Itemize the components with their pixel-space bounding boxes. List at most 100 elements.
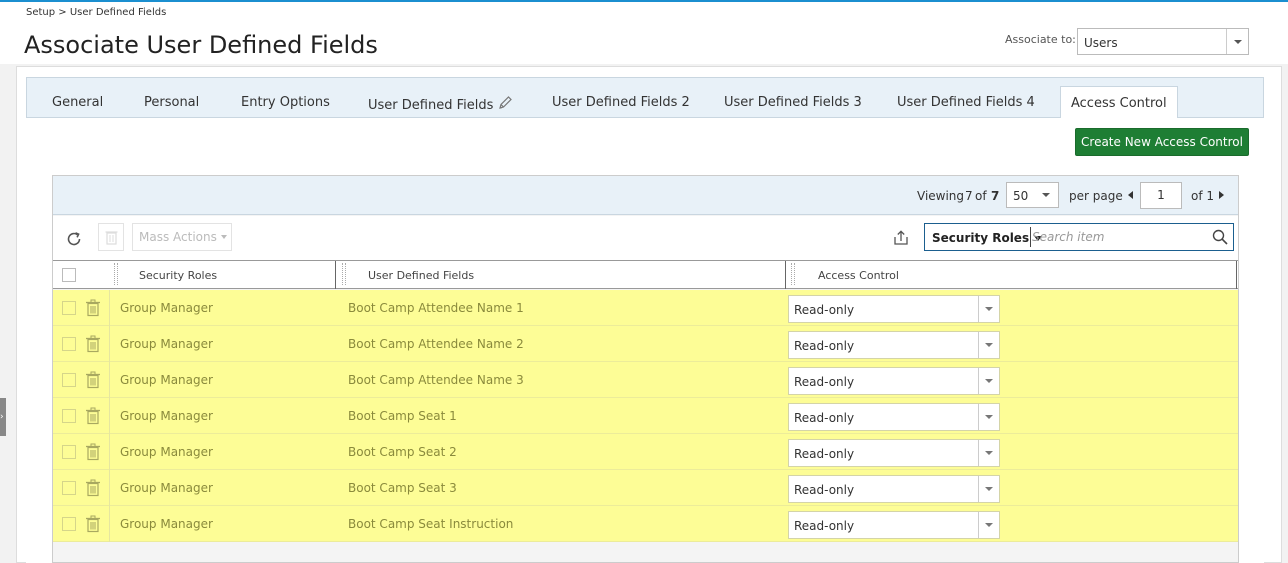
associate-to-select[interactable]: Users [1077,28,1249,55]
tab-access-control[interactable]: Access Control [1060,86,1178,120]
refresh-icon[interactable] [65,230,83,248]
chevron-down-icon[interactable] [978,404,999,430]
viewing-of: of [975,189,987,203]
row-checkbox[interactable] [62,517,76,531]
column-resize-handle[interactable] [114,263,118,285]
chevron-down-icon[interactable] [978,476,999,502]
access-control-value: Read-only [794,375,855,389]
tab-user-defined-fields-4[interactable]: User Defined Fields 4 [897,95,1035,110]
search-scope-select[interactable]: Security Roles [932,231,1043,245]
table-row: Group Manager Boot Camp Seat 1 Read-only [53,398,1238,434]
security-role-cell: Group Manager [120,301,213,315]
security-role-cell: Group Manager [120,409,213,423]
trash-icon[interactable] [85,407,101,425]
trash-icon[interactable] [85,515,101,533]
table-row: Group Manager Boot Camp Seat 3 Read-only [53,470,1238,506]
column-divider [1236,261,1237,289]
tab-entry-options[interactable]: Entry Options [241,95,330,110]
viewing-total: 7 [991,189,1000,203]
access-control-select[interactable]: Read-only [788,367,1000,395]
chevron-down-icon[interactable] [978,368,999,394]
column-resize-handle[interactable] [342,263,346,285]
trash-icon[interactable] [85,443,101,461]
chevron-down-icon[interactable] [978,440,999,466]
chevron-down-icon[interactable] [978,332,999,358]
row-checkbox[interactable] [62,301,76,315]
tab-user-defined-fields[interactable]: User Defined Fields [368,95,513,113]
access-control-select[interactable]: Read-only [788,439,1000,467]
search-icon[interactable] [1212,229,1228,245]
row-divider [109,434,110,470]
table-row: Group Manager Boot Camp Attendee Name 2 … [53,326,1238,362]
trash-icon[interactable] [85,371,101,389]
chevron-down-icon [220,235,227,239]
column-resize-handle[interactable] [791,263,795,285]
column-divider [335,261,336,289]
column-header-user-defined-fields[interactable]: User Defined Fields [368,269,474,282]
next-page-icon[interactable] [1219,191,1224,199]
row-divider [109,290,110,326]
search-input[interactable] [1030,227,1210,247]
chevron-down-icon [1042,193,1050,197]
column-header-access-control[interactable]: Access Control [818,269,899,282]
chevron-down-icon[interactable] [978,512,999,538]
table-row: Group Manager Boot Camp Attendee Name 1 … [53,290,1238,326]
pager-bar: Viewing 7 of 7 50 per page 1 of 1 [53,176,1238,215]
table-row: Group Manager Boot Camp Attendee Name 3 … [53,362,1238,398]
chevron-down-icon[interactable] [1226,29,1248,54]
row-divider [109,362,110,398]
user-defined-field-cell: Boot Camp Attendee Name 2 [348,337,524,351]
access-control-value: Read-only [794,411,855,425]
access-control-value: Read-only [794,339,855,353]
row-divider [109,326,110,362]
sidebar-toggle[interactable]: › [0,398,6,436]
breadcrumb[interactable]: Setup > User Defined Fields [26,7,166,18]
trash-icon[interactable] [85,299,101,317]
table-row: Group Manager Boot Camp Seat Instruction… [53,506,1238,542]
tab-user-defined-fields-label: User Defined Fields [368,98,494,113]
per-page-select[interactable]: 50 [1006,182,1059,208]
row-checkbox[interactable] [62,337,76,351]
user-defined-field-cell: Boot Camp Seat Instruction [348,517,514,531]
trash-icon [105,231,118,245]
access-control-value: Read-only [794,519,855,533]
security-role-cell: Group Manager [120,445,213,459]
prev-page-icon[interactable] [1128,191,1133,199]
user-defined-field-cell: Boot Camp Attendee Name 3 [348,373,524,387]
tab-user-defined-fields-3[interactable]: User Defined Fields 3 [724,95,862,110]
access-control-select[interactable]: Read-only [788,403,1000,431]
access-control-select[interactable]: Read-only [788,475,1000,503]
create-access-control-button[interactable]: Create New Access Control [1075,128,1249,156]
viewing-label: Viewing [917,189,965,203]
row-checkbox[interactable] [62,409,76,423]
search-box: Security Roles [924,223,1234,251]
delete-button[interactable] [98,223,124,251]
access-control-value: Read-only [794,303,855,317]
access-control-value: Read-only [794,483,855,497]
page-number-input[interactable]: 1 [1140,182,1182,209]
page-title: Associate User Defined Fields [24,31,378,59]
trash-icon[interactable] [85,335,101,353]
access-control-select[interactable]: Read-only [788,295,1000,323]
access-control-value: Read-only [794,447,855,461]
access-control-select[interactable]: Read-only [788,331,1000,359]
search-scope-label: Security Roles [932,231,1030,245]
export-icon[interactable] [892,229,910,247]
associate-to-value: Users [1084,36,1118,50]
tab-personal[interactable]: Personal [144,95,199,110]
row-checkbox[interactable] [62,445,76,459]
access-control-select[interactable]: Read-only [788,511,1000,539]
column-header-security-roles[interactable]: Security Roles [139,269,217,282]
tab-user-defined-fields-2[interactable]: User Defined Fields 2 [552,95,690,110]
mass-actions-label: Mass Actions [139,230,217,244]
tab-general[interactable]: General [52,95,103,110]
chevron-down-icon[interactable] [978,296,999,322]
column-divider [785,261,786,289]
user-defined-field-cell: Boot Camp Attendee Name 1 [348,301,524,315]
trash-icon[interactable] [85,479,101,497]
row-checkbox[interactable] [62,481,76,495]
select-all-checkbox[interactable] [62,268,76,282]
row-checkbox[interactable] [62,373,76,387]
mass-actions-button[interactable]: Mass Actions [132,223,232,251]
security-role-cell: Group Manager [120,517,213,531]
